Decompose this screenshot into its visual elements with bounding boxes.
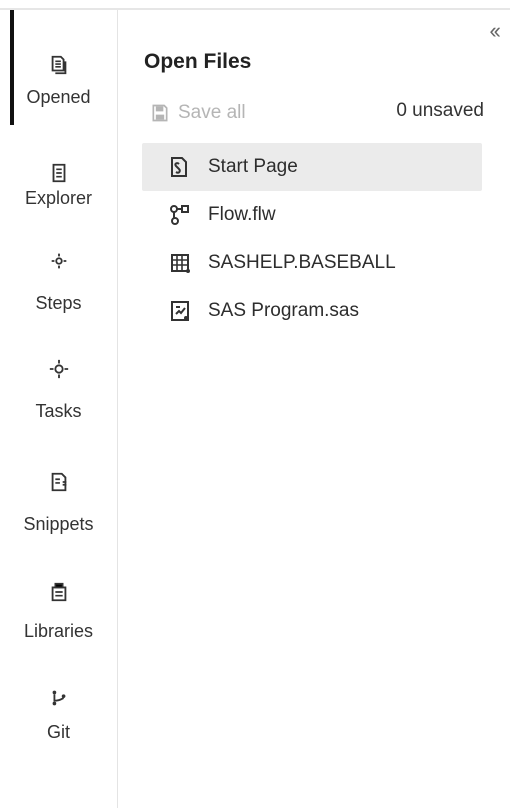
nav-git[interactable]: Git [0,690,117,790]
file-name: Start Page [208,156,298,177]
open-files-list: Start Page Flow.flw SASHELP.BASEBALL SAS… [142,143,482,335]
table-icon [171,254,190,273]
nav-tasks-label: Tasks [35,401,82,421]
nav-libraries[interactable]: Libraries [0,580,117,680]
top-border [0,0,510,10]
flow-icon [170,205,189,225]
nav-tasks[interactable]: Tasks [0,359,117,460]
git-branch-icon [52,690,65,706]
explorer-file-icon [52,163,65,183]
snippets-icon [51,472,66,492]
save-all-label: Save all [178,102,246,123]
file-name: SAS Program.sas [208,300,359,321]
steps-icon [51,253,66,269]
libraries-icon [51,582,66,602]
nav-git-label: Git [46,722,70,742]
save-row: Save all 0 unsaved [150,100,484,126]
nav-libraries-label: Libraries [23,621,94,641]
file-name: SASHELP.BASEBALL [208,252,396,273]
file-item-sashelp-baseball[interactable]: SASHELP.BASEBALL [142,239,482,287]
document-stack-icon [51,55,66,75]
nav-opened-label: Opened [26,87,91,107]
nav-steps-label: Steps [35,293,82,313]
nav-explorer[interactable]: Explorer [0,140,117,240]
nav-steps[interactable]: Steps [0,250,117,350]
tasks-icon [49,359,68,379]
nav-opened[interactable]: Opened [0,10,117,125]
sas-program-icon [171,301,189,321]
save-all-button[interactable]: Save all [150,100,246,126]
nav-snippets[interactable]: Snippets [0,470,117,570]
file-item-flow[interactable]: Flow.flw [142,191,482,239]
nav-explorer-label: Explorer [24,188,93,208]
file-item-start-page[interactable]: Start Page [142,143,482,191]
start-page-icon [171,157,187,177]
open-files-panel: Open Files Save all 0 unsaved Start Page [118,10,510,808]
save-all-icon [152,104,168,122]
page-title: Open Files [144,50,252,73]
left-navigation-rail: Opened Explorer Steps Tasks Snippets Lib… [0,10,118,808]
unsaved-count: 0 unsaved [396,100,484,121]
file-name: Flow.flw [208,204,276,225]
file-item-sas-program[interactable]: SAS Program.sas [142,287,482,335]
nav-snippets-label: Snippets [23,514,94,534]
